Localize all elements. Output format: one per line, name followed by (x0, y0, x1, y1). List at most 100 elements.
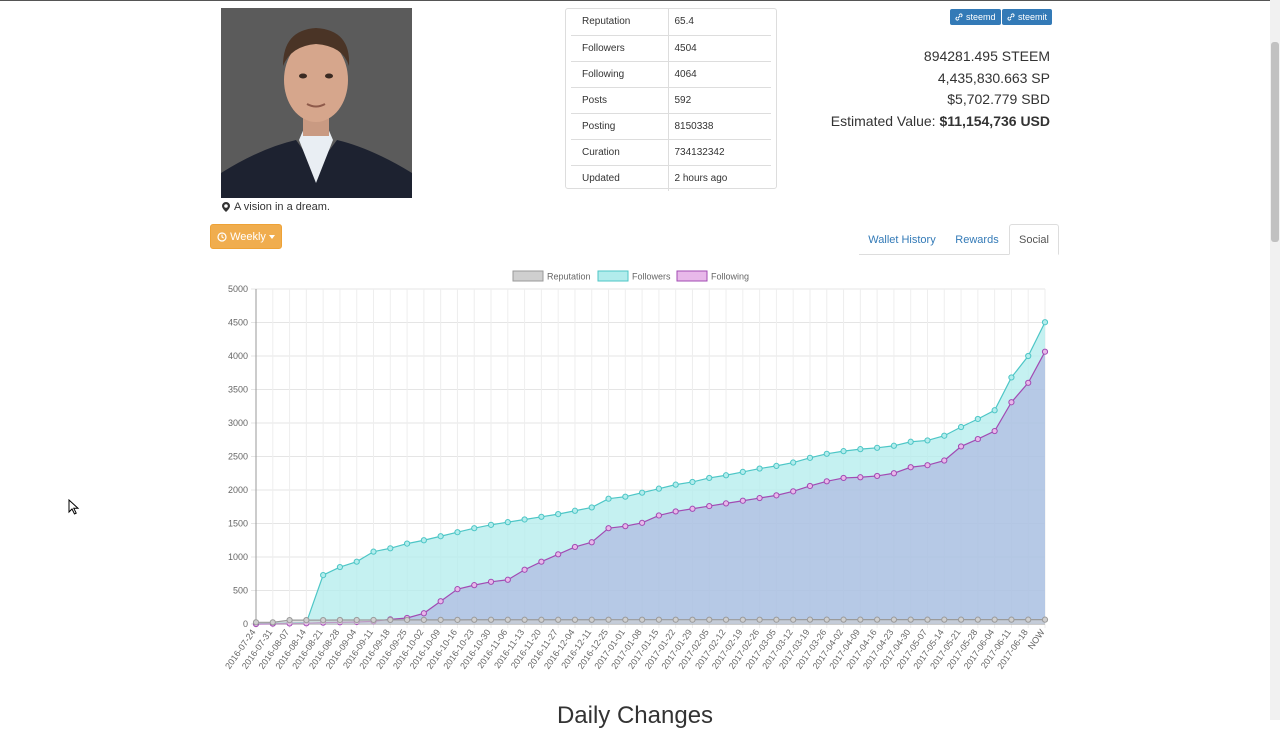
y-tick-label: 5000 (228, 284, 248, 294)
point-followers (320, 571, 327, 579)
point-reputation (588, 616, 595, 623)
point-reputation (521, 616, 528, 623)
point-followers (706, 474, 713, 482)
point-reputation (672, 616, 679, 623)
point-reputation (336, 616, 344, 624)
stats-key: Followers (571, 34, 669, 61)
x-tick-label: NOW (1026, 627, 1047, 651)
point-reputation (1025, 616, 1032, 623)
point-following (605, 525, 612, 532)
mouse-cursor-icon (68, 499, 80, 515)
point-followers (1041, 319, 1049, 326)
point-followers (672, 481, 679, 488)
point-following (957, 443, 965, 450)
tab-rewards[interactable]: Rewards (945, 224, 1009, 255)
point-reputation (1041, 616, 1049, 623)
point-followers (437, 533, 444, 540)
point-reputation (773, 616, 780, 623)
point-reputation (370, 616, 377, 624)
point-reputation (756, 616, 763, 623)
point-reputation (874, 616, 881, 623)
y-tick-label: 0 (243, 619, 248, 629)
profile-location: A vision in a dream. (222, 201, 330, 213)
point-followers (991, 407, 998, 414)
legend-label-following: Following (711, 272, 749, 282)
point-reputation (806, 616, 814, 623)
link-icon (1007, 13, 1015, 21)
y-tick-label: 3500 (228, 385, 248, 395)
point-followers (655, 485, 662, 492)
point-reputation (252, 619, 260, 626)
point-reputation (890, 616, 898, 623)
stats-key: Posts (571, 86, 669, 113)
point-following (773, 492, 780, 499)
point-followers (806, 454, 814, 461)
y-tick-label: 4500 (228, 318, 248, 328)
point-reputation (639, 616, 646, 623)
point-following (521, 566, 528, 573)
point-reputation (487, 616, 495, 623)
point-following (420, 610, 427, 617)
top-border (0, 0, 1280, 1)
steemit-link-button[interactable]: steemit (1002, 9, 1053, 25)
point-followers (890, 442, 898, 449)
stats-row: Updated 2 hours ago (571, 164, 771, 191)
point-followers (790, 459, 797, 466)
y-tick-label: 4000 (228, 351, 248, 361)
legend-label-followers: Followers (632, 272, 671, 282)
point-following (739, 497, 746, 504)
point-following (622, 523, 629, 530)
point-reputation (840, 616, 847, 623)
point-followers (387, 545, 394, 552)
point-following (722, 500, 730, 507)
scrollbar[interactable] (1270, 0, 1280, 720)
map-marker-icon (222, 202, 230, 212)
point-followers (1008, 374, 1015, 381)
point-reputation (907, 616, 914, 623)
point-reputation (437, 616, 444, 623)
point-followers (353, 558, 360, 565)
stats-key: Posting (571, 112, 669, 139)
point-reputation (1008, 616, 1015, 623)
tab-social[interactable]: Social (1009, 224, 1059, 255)
chart-tabs: Wallet History Rewards Social (859, 224, 1059, 255)
point-followers (924, 437, 931, 444)
point-followers (639, 489, 646, 496)
stats-key: Updated (571, 164, 669, 191)
point-followers (504, 519, 511, 526)
scrollbar-thumb[interactable] (1271, 42, 1279, 242)
steemd-link-button[interactable]: steemd (950, 9, 1001, 25)
point-following (941, 457, 948, 464)
point-followers (773, 462, 780, 469)
point-following (806, 482, 814, 490)
point-followers (722, 472, 730, 479)
point-reputation (538, 616, 545, 623)
point-reputation (655, 616, 662, 623)
y-tick-label: 2500 (228, 452, 248, 462)
point-following (890, 470, 898, 477)
stats-value: 734132342 (668, 138, 771, 165)
stats-key: Reputation (571, 9, 669, 35)
point-reputation (320, 617, 327, 624)
point-reputation (790, 616, 797, 623)
point-followers (605, 495, 612, 502)
y-tick-label: 500 (233, 586, 248, 596)
tab-wallet-history[interactable]: Wallet History (859, 224, 945, 255)
point-following (1041, 348, 1049, 355)
point-following (471, 582, 478, 589)
point-followers (538, 513, 545, 520)
point-reputation (471, 616, 478, 623)
point-reputation (605, 616, 612, 623)
point-reputation (420, 616, 427, 623)
point-reputation (504, 616, 511, 623)
caret-down-icon (268, 234, 275, 239)
point-following (1008, 399, 1015, 406)
period-dropdown-button[interactable]: Weekly (210, 224, 282, 249)
stats-row: Following 4064 (571, 60, 771, 87)
point-followers (907, 438, 914, 445)
point-followers (857, 446, 864, 453)
point-following (907, 464, 914, 471)
stats-row: Posts 592 (571, 86, 771, 113)
point-followers (941, 432, 948, 439)
stats-row: Curation 734132342 (571, 138, 771, 165)
